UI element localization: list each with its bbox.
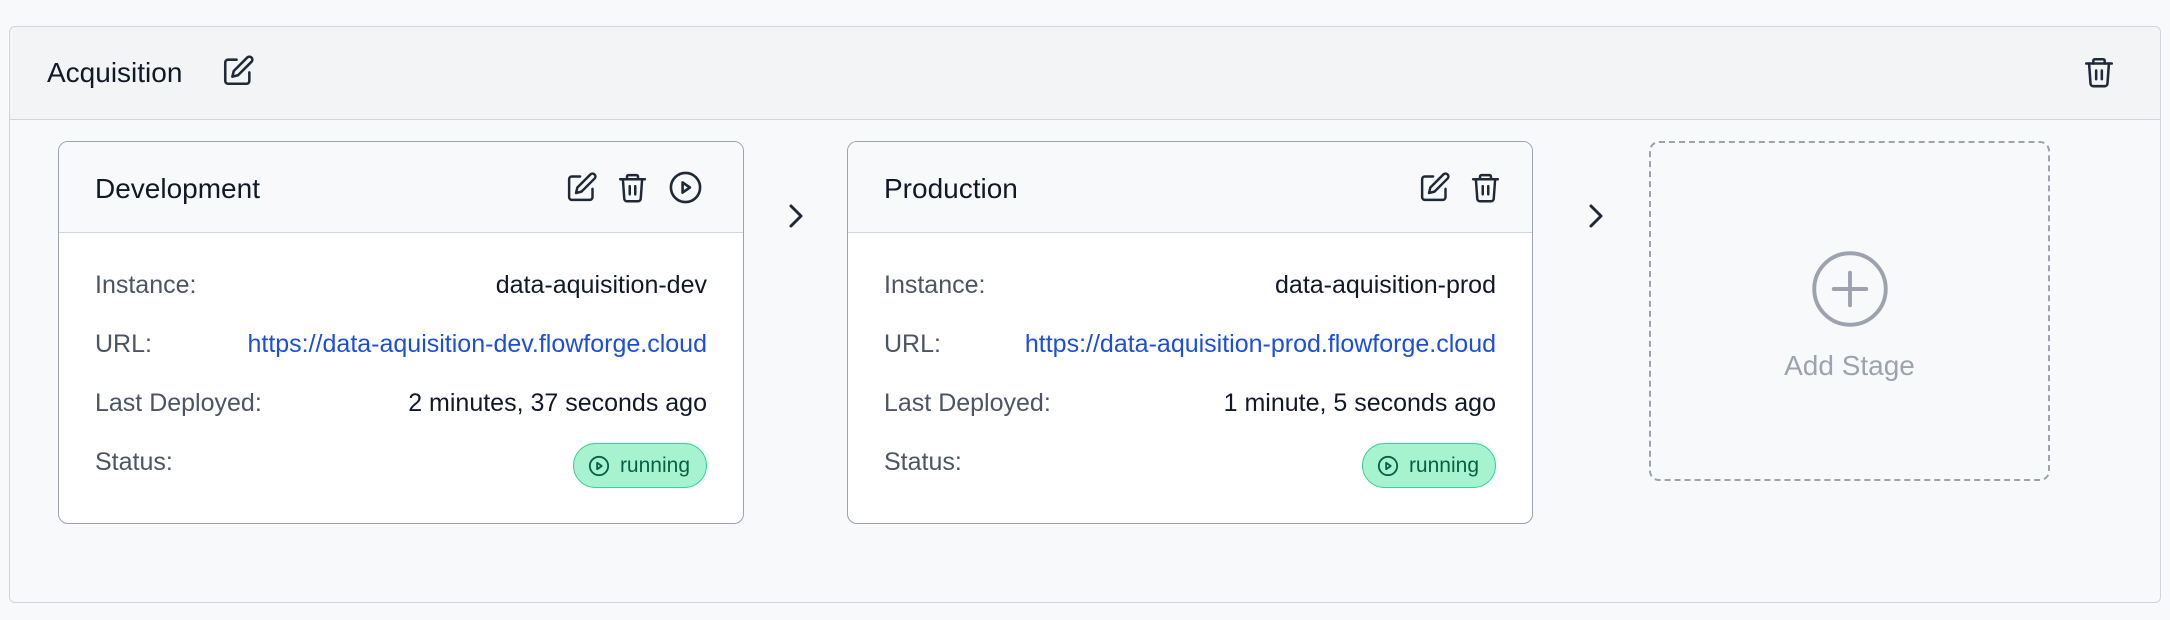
status-label: Status: <box>884 448 962 476</box>
status-text: running <box>1408 453 1479 477</box>
stage-card-production: Production Instance: data-aquisition-pro… <box>847 141 1533 524</box>
delete-stage-icon[interactable] <box>616 170 649 205</box>
plus-circle-icon <box>1811 250 1889 328</box>
last-deployed-label: Last Deployed: <box>884 389 1051 417</box>
edit-pipeline-name-icon[interactable] <box>221 54 255 88</box>
instance-value: data-aquisition-dev <box>495 271 707 299</box>
stage-title: Production <box>884 173 1018 204</box>
play-circle-icon <box>1377 455 1399 476</box>
stage-header: Production <box>848 142 1532 233</box>
stage-details: Instance: data-aquisition-prod URL: http… <box>848 233 1532 523</box>
chevron-right-icon <box>782 200 808 232</box>
status-badge: running <box>572 443 707 488</box>
edit-stage-icon[interactable] <box>1418 171 1451 204</box>
last-deployed-label: Last Deployed: <box>95 389 262 417</box>
instance-label: Instance: <box>95 271 197 299</box>
stage-header: Development <box>59 142 743 233</box>
add-stage-label: Add Stage <box>1784 350 1915 381</box>
play-circle-icon <box>588 455 610 476</box>
instance-label: Instance: <box>884 271 986 299</box>
stage-title: Development <box>95 173 260 204</box>
delete-pipeline-icon[interactable] <box>2082 54 2116 90</box>
url-label: URL: <box>95 330 152 358</box>
last-deployed-value: 1 minute, 5 seconds ago <box>1223 389 1496 417</box>
stage-card-development: Development Instance: data-aquisition-de… <box>58 141 744 524</box>
delete-stage-icon[interactable] <box>1469 170 1502 205</box>
edit-stage-icon[interactable] <box>565 171 598 204</box>
last-deployed-value: 2 minutes, 37 seconds ago <box>408 389 707 417</box>
pipeline-name: Acquisition <box>47 57 183 88</box>
chevron-right-icon <box>1582 200 1608 232</box>
status-badge: running <box>1361 443 1496 488</box>
stage-details: Instance: data-aquisition-dev URL: https… <box>59 233 743 523</box>
url-label: URL: <box>884 330 941 358</box>
deploy-stage-play-icon[interactable] <box>668 170 703 205</box>
instance-url-link[interactable]: https://data-aquisition-prod.flowforge.c… <box>1025 330 1496 359</box>
instance-value: data-aquisition-prod <box>1275 271 1496 299</box>
instance-url-link[interactable]: https://data-aquisition-dev.flowforge.cl… <box>247 330 707 359</box>
status-label: Status: <box>95 448 173 476</box>
add-stage-button[interactable]: Add Stage <box>1649 141 2050 481</box>
status-text: running <box>619 453 690 477</box>
pipeline-header: Acquisition <box>10 27 2160 120</box>
